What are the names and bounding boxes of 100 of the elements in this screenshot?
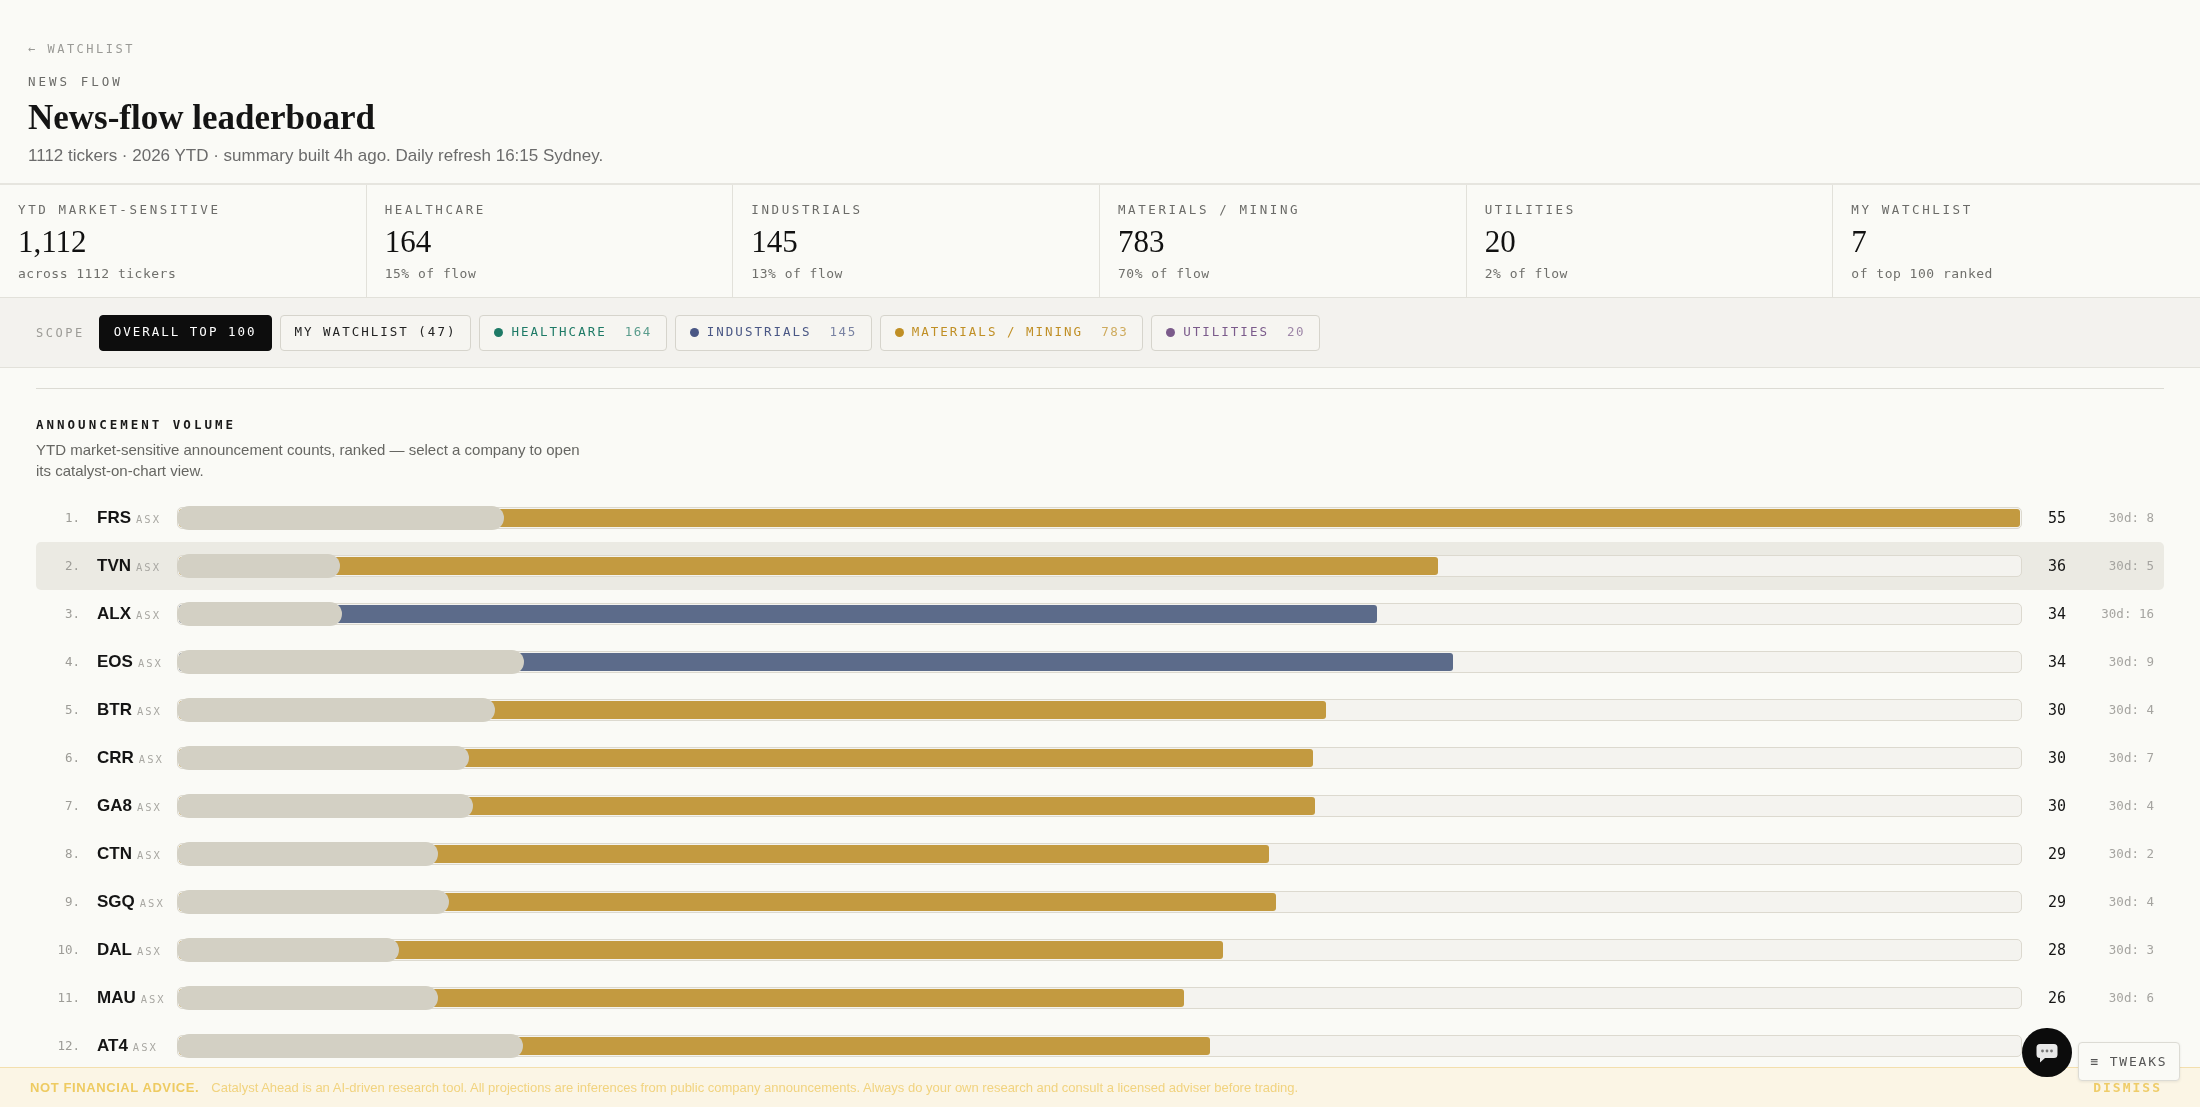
exchange-label: ASX — [139, 896, 165, 912]
stat-value: 783 — [1118, 225, 1166, 259]
recent-count: 30d: 16 — [2100, 604, 2154, 623]
exchange-label: ASX — [136, 800, 162, 816]
stat-label: INDUSTRIALS — [751, 202, 864, 218]
eyebrow-label: NEWS FLOW — [28, 74, 124, 90]
recent-count: 30d: 6 — [2107, 988, 2154, 1007]
stat-label: MY WATCHLIST — [1851, 202, 1974, 218]
scope-filter-button[interactable]: HEALTHCARE 164 — [479, 314, 667, 351]
exchange-label: ASX — [137, 656, 163, 672]
rank-number: 11. — [56, 988, 80, 1007]
count-value: 30 — [2046, 747, 2068, 769]
leaderboard-row[interactable]: 9. SGQ ASX 29 30d: 4 — [36, 878, 2164, 926]
stat-note: 2% of flow — [1484, 266, 1569, 282]
page-subtitle: 1112 tickers · 2026 YTD · summary built 4h ago. Daily refresh 16:15 Sydney. — [28, 145, 605, 167]
count-value: 36 — [2046, 555, 2068, 577]
count-value: 28 — [2046, 939, 2068, 961]
stat-label: YTD MARKET-SENSITIVE — [18, 202, 222, 218]
scope-label: SCOPE — [36, 324, 85, 342]
recent-count: 30d: 4 — [2107, 892, 2154, 911]
ticker-symbol: CTN — [97, 843, 132, 866]
rank-number: 3. — [63, 604, 80, 623]
leaderboard-row[interactable]: 8. CTN ASX 29 30d: 2 — [36, 830, 2164, 878]
recent-count: 30d: 5 — [2107, 556, 2154, 575]
section-title: ANNOUNCEMENT VOLUME — [36, 417, 237, 433]
stat-label: MATERIALS / MINING — [1118, 202, 1302, 218]
exchange-label: ASX — [136, 512, 161, 528]
leaderboard-row[interactable]: 12. AT4 ASX — [36, 1022, 2022, 1070]
scope-filter-button[interactable]: INDUSTRIALS 145 — [674, 314, 872, 351]
recent-count: 30d: 4 — [2107, 700, 2154, 719]
stat-value: 7 — [1851, 225, 1868, 259]
disclaimer-label: NOT FINANCIAL ADVICE. — [30, 1078, 200, 1097]
exchange-label: ASX — [138, 752, 164, 768]
stat-label: HEALTHCARE — [384, 202, 487, 218]
exchange-label: ASX — [136, 944, 162, 960]
leaderboard-row[interactable]: 1. FRS ASX 55 30d: 8 — [36, 494, 2164, 542]
exchange-label: ASX — [136, 848, 162, 864]
count-value: 29 — [2046, 891, 2068, 913]
ticker-symbol: ALX — [97, 603, 131, 626]
recent-count: 30d: 3 — [2107, 940, 2154, 959]
leaderboard-row[interactable]: 3. ALX ASX 34 30d: 16 — [36, 590, 2164, 638]
rank-number: 10. — [56, 940, 80, 959]
ticker-symbol: SGQ — [97, 891, 135, 914]
rank-number: 9. — [63, 892, 80, 911]
recent-count: 30d: 9 — [2107, 652, 2154, 671]
leaderboard-row[interactable]: 2. TVN ASX 36 30d: 5 — [36, 542, 2164, 590]
exchange-label: ASX — [132, 1040, 158, 1056]
stat-note: 13% of flow — [751, 266, 844, 282]
rank-number: 2. — [63, 556, 80, 575]
leaderboard-row[interactable]: 5. BTR ASX 30 30d: 4 — [36, 686, 2164, 734]
leaderboard-row[interactable]: 11. MAU ASX 26 30d: 6 — [36, 974, 2164, 1022]
scope-filter-button[interactable]: UTILITIES 20 — [1151, 314, 1320, 351]
recent-count: 30d: 4 — [2107, 796, 2154, 815]
count-value: 26 — [2046, 987, 2068, 1009]
leaderboard-row[interactable]: 4. EOS ASX 34 30d: 9 — [36, 638, 2164, 686]
exchange-label: ASX — [140, 992, 166, 1008]
stat-value: 164 — [384, 225, 433, 259]
rank-number: 5. — [63, 700, 80, 719]
stat-value: 20 — [1484, 225, 1517, 259]
section-description: YTD market-sensitive announcement counts, ranked — select a company to open its catalyst-on-chart view. — [36, 440, 581, 481]
count-value: 30 — [2046, 699, 2068, 721]
stat-label: UTILITIES — [1484, 202, 1577, 218]
tweaks-button[interactable]: ≡ TWEAKS — [2078, 1042, 2180, 1081]
rank-number: 8. — [63, 844, 80, 863]
speech-bubble-icon — [2036, 1042, 2058, 1063]
ticker-symbol: EOS — [97, 651, 133, 674]
ticker-symbol: BTR — [97, 699, 132, 722]
scope-filter-button[interactable]: OVERALL TOP 100 — [98, 314, 272, 351]
stat-value: 1,112 — [18, 225, 88, 259]
leaderboard-row[interactable]: 7. GA8 ASX 30 30d: 4 — [36, 782, 2164, 830]
ticker-symbol: MAU — [97, 987, 136, 1010]
recent-count: 30d: 2 — [2107, 844, 2154, 863]
ticker-symbol: FRS — [97, 507, 131, 530]
page-title: News-flow leaderboard — [28, 98, 377, 138]
leaderboard-row[interactable]: 6. CRR ASX 30 30d: 7 — [36, 734, 2164, 782]
rank-number: 7. — [63, 796, 80, 815]
scope-filter-button[interactable]: MY WATCHLIST (47) — [279, 314, 472, 351]
stat-note: across 1112 tickers — [18, 266, 178, 282]
ticker-symbol: CRR — [97, 747, 134, 770]
recent-count: 30d: 8 — [2107, 508, 2154, 527]
recent-count: 30d: 7 — [2107, 748, 2154, 767]
count-value: 30 — [2046, 795, 2068, 817]
count-value: 34 — [2046, 651, 2068, 673]
exchange-label: ASX — [136, 608, 161, 624]
rank-number: 1. — [63, 508, 80, 527]
disclaimer-text: Catalyst Ahead is an AI-driven research tool. All projections are inferences from public company announcements. Always do your own research and consult a licensed adviser before trading. — [211, 1078, 1299, 1097]
exchange-label: ASX — [136, 704, 162, 720]
ticker-symbol: GA8 — [97, 795, 132, 818]
count-value: 34 — [2046, 603, 2068, 625]
count-value: 55 — [2046, 507, 2068, 529]
exchange-label: ASX — [136, 560, 161, 576]
ticker-symbol: TVN — [97, 555, 131, 578]
stat-note: 15% of flow — [384, 266, 478, 282]
chat-button[interactable] — [2022, 1028, 2072, 1077]
rank-number: 12. — [56, 1036, 80, 1055]
ticker-symbol: DAL — [97, 939, 132, 962]
rank-number: 6. — [63, 748, 80, 767]
stat-note: 70% of flow — [1118, 266, 1211, 282]
ticker-symbol: AT4 — [97, 1035, 128, 1058]
leaderboard-row[interactable]: 10. DAL ASX 28 30d: 3 — [36, 926, 2164, 974]
